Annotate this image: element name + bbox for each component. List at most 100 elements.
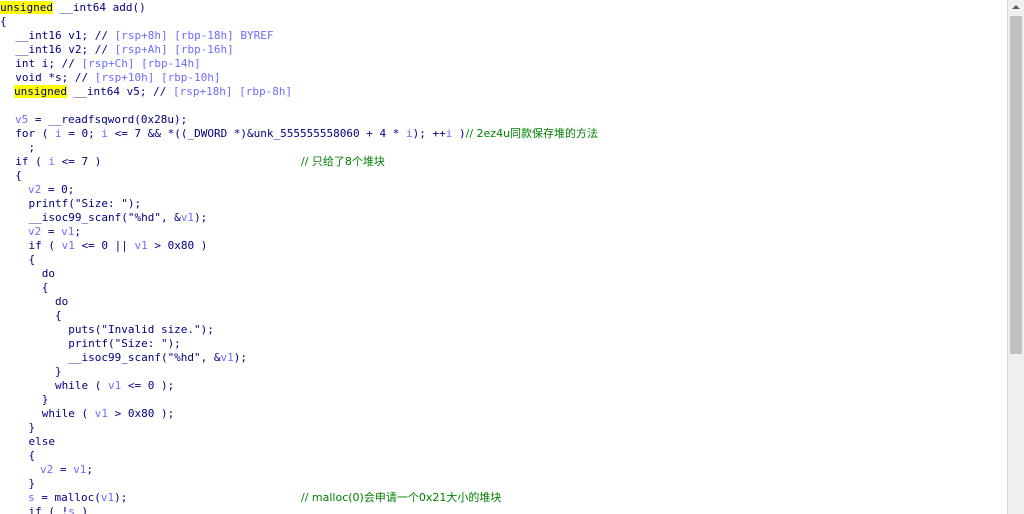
code-line: __int16 v2; // [rsp+Ah] [rbp-16h] xyxy=(2,43,234,57)
code-text: <= 0 ); xyxy=(121,379,175,392)
code-line: for ( i = 0; i <= 7 && *((_DWORD *)&unk_… xyxy=(2,127,598,141)
code-text: = 0; xyxy=(61,127,102,140)
code-text: } xyxy=(2,421,36,434)
variable[interactable]: i xyxy=(101,127,108,140)
stack-offset-comment: [rsp+10h] [rbp-10h] xyxy=(94,71,221,84)
variable[interactable]: i xyxy=(406,127,413,140)
variable[interactable]: v1 xyxy=(221,351,234,364)
code-line: { xyxy=(2,449,35,463)
variable[interactable]: i xyxy=(48,155,55,168)
code-line: } xyxy=(2,365,62,379)
variable[interactable]: v5 xyxy=(15,113,28,126)
code-text: = xyxy=(53,463,74,476)
stack-offset-comment: [rsp+8h] [rbp-18h] BYREF xyxy=(114,29,274,42)
code-text: else xyxy=(2,435,55,448)
variable[interactable]: v1 xyxy=(62,239,75,252)
variable[interactable]: v1 xyxy=(95,407,108,420)
code-text: = malloc( xyxy=(34,491,101,504)
code-text: { xyxy=(2,309,62,322)
code-text: do xyxy=(2,267,55,280)
code-text: { xyxy=(2,169,22,182)
code-line: ; xyxy=(2,141,35,155)
code-line: printf("Size: "); xyxy=(2,197,141,211)
code-text: if ( xyxy=(2,239,62,252)
code-text: ); ++ xyxy=(412,127,446,140)
code-line: v2 = v1; xyxy=(40,463,93,477)
pseudocode-view[interactable]: unsigned __int64 add() { __int16 v1; // … xyxy=(0,0,1008,514)
code-line: if ( !s ) xyxy=(2,505,88,514)
code-line: while ( v1 <= 0 ); xyxy=(2,379,174,393)
code-text: __isoc99_scanf("%hd", & xyxy=(2,351,221,364)
variable[interactable]: v1 xyxy=(134,239,147,252)
code-line: { xyxy=(2,253,35,267)
code-text: do xyxy=(2,295,69,308)
code-line: while ( v1 > 0x80 ); xyxy=(2,407,174,421)
code-text: { xyxy=(2,253,36,266)
code-line: unsigned __int64 v5; // [rsp+18h] [rbp-8… xyxy=(14,85,292,99)
code-line: v2 = v1; xyxy=(28,225,81,239)
code-text: ); xyxy=(233,351,248,364)
code-line: unsigned __int64 add() xyxy=(0,1,146,15)
vertical-scrollbar[interactable] xyxy=(1008,0,1024,514)
scroll-up-button[interactable] xyxy=(1008,0,1024,14)
code-line: __int16 v1; // [rsp+8h] [rbp-18h] BYREF xyxy=(2,29,274,43)
code-comment: // 只给了8个堆块 xyxy=(301,155,385,168)
code-line: __isoc99_scanf("%hd", &v1); xyxy=(2,351,247,365)
code-text: = __readfsqword(0x28u); xyxy=(28,113,188,126)
variable[interactable]: s xyxy=(28,491,35,504)
variable[interactable]: s xyxy=(68,505,75,514)
variable[interactable]: v2 xyxy=(28,183,41,196)
code-line: { xyxy=(2,169,22,183)
code-text: ); xyxy=(114,491,128,504)
code-text: = xyxy=(41,225,62,238)
code-text: > 0x80 ); xyxy=(107,407,175,420)
code-text: <= 7 && *((_DWORD *)&unk_555555558060 + … xyxy=(107,127,406,140)
variable[interactable]: v2 xyxy=(40,463,53,476)
code-text: int i; // xyxy=(2,57,82,70)
variable[interactable]: i xyxy=(55,127,62,140)
function-signature: __int64 add() xyxy=(52,1,146,14)
code-text: puts("Invalid size."); xyxy=(2,323,214,336)
code-text: { xyxy=(2,281,49,294)
code-text: __int16 v1; // xyxy=(2,29,115,42)
code-line: } xyxy=(2,477,35,491)
code-text: ) xyxy=(74,505,89,514)
code-line: { xyxy=(2,281,49,295)
stack-offset-comment: [rsp+Ah] [rbp-16h] xyxy=(114,43,234,56)
variable[interactable]: v1 xyxy=(101,491,114,504)
code-line: int i; // [rsp+Ch] [rbp-14h] xyxy=(2,57,200,71)
code-text: > 0x80 ) xyxy=(147,239,208,252)
variable[interactable]: v2 xyxy=(28,225,41,238)
code-text: if ( ! xyxy=(2,505,69,514)
scroll-thumb[interactable] xyxy=(1010,16,1022,354)
variable[interactable]: v1 xyxy=(108,379,121,392)
code-text: } xyxy=(2,477,36,490)
code-line: do xyxy=(2,267,55,281)
code-text: ); xyxy=(194,211,208,224)
code-text: } xyxy=(2,365,62,378)
code-text: for ( xyxy=(2,127,55,140)
code-text: ; xyxy=(2,141,36,154)
code-text: <= 0 || xyxy=(74,239,135,252)
code-line: if ( v1 <= 0 || v1 > 0x80 ) xyxy=(2,239,207,253)
code-line: void *s; // [rsp+10h] [rbp-10h] xyxy=(2,71,221,85)
variable[interactable]: v1 xyxy=(181,211,194,224)
code-text: __isoc99_scanf("%hd", & xyxy=(2,211,181,224)
stack-offset-comment: [rsp+18h] [rbp-8h] xyxy=(172,85,293,98)
code-line: else xyxy=(2,435,55,449)
code-text: void *s; // xyxy=(2,71,95,84)
code-text: = 0; xyxy=(41,183,75,196)
code-line: { xyxy=(0,15,7,29)
code-line: puts("Invalid size."); xyxy=(2,323,214,337)
code-text: while ( xyxy=(2,407,95,420)
code-text: if ( xyxy=(2,155,49,168)
code-line: do xyxy=(2,295,68,309)
variable[interactable]: v1 xyxy=(73,463,86,476)
code-text: printf("Size: "); xyxy=(2,337,181,350)
code-line: } xyxy=(2,393,49,407)
variable[interactable]: v1 xyxy=(61,225,74,238)
code-line: v2 = 0; xyxy=(28,183,74,197)
code-text: printf("Size: "); xyxy=(2,197,142,210)
code-line: { xyxy=(2,309,62,323)
code-line: v5 = __readfsqword(0x28u); xyxy=(15,113,187,127)
